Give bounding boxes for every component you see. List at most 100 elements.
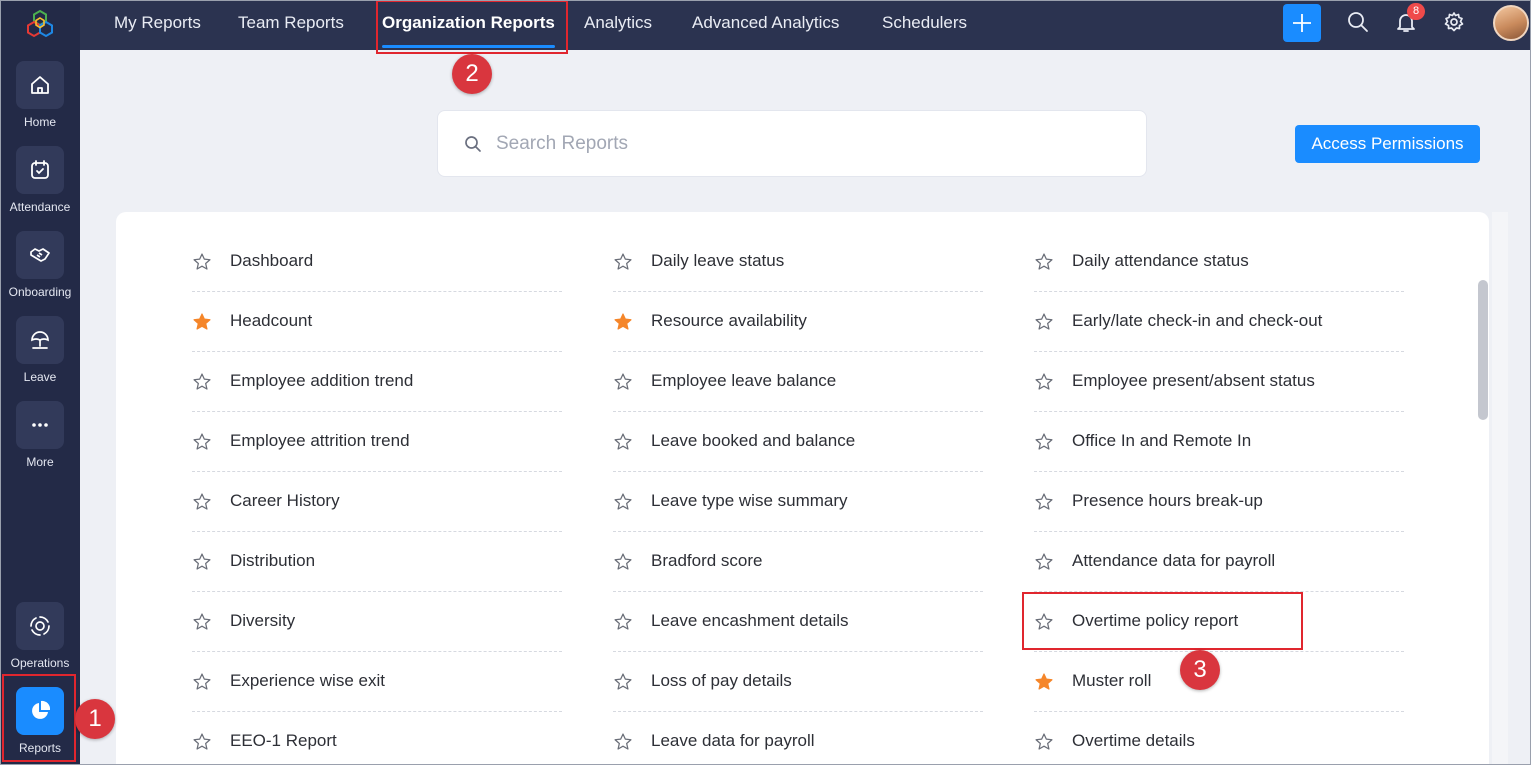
- sidebar-item-label: More: [26, 455, 54, 469]
- report-label: Employee present/absent status: [1072, 371, 1315, 390]
- access-permissions-button[interactable]: Access Permissions: [1295, 125, 1480, 163]
- annotation-box-organization-reports: [376, 0, 568, 54]
- report-list-item[interactable]: Dashboard: [192, 232, 562, 292]
- star-outline-icon[interactable]: [192, 612, 212, 632]
- annotation-box-overtime-policy: [1022, 592, 1303, 650]
- search-icon: [465, 136, 481, 152]
- more-dots-icon: [16, 401, 64, 449]
- handshake-icon: [16, 231, 64, 279]
- annotation-marker-2: 2: [452, 54, 492, 94]
- report-list-item[interactable]: Overtime details: [1034, 712, 1404, 765]
- report-list-item[interactable]: Leave encashment details: [613, 592, 983, 652]
- tab-schedulers[interactable]: Schedulers: [882, 0, 967, 50]
- reports-column-1: Dashboard Headcount Employee addition tren…: [192, 232, 562, 765]
- star-outline-icon[interactable]: [613, 732, 633, 752]
- sidebar-item-home[interactable]: Home: [0, 61, 80, 129]
- report-label: Daily attendance status: [1072, 251, 1249, 270]
- scrollbar-track[interactable]: [1492, 212, 1508, 765]
- report-list-item[interactable]: Muster roll: [1034, 652, 1404, 712]
- report-list-item[interactable]: Leave booked and balance: [613, 412, 983, 472]
- sidebar-item-label: Attendance: [9, 200, 71, 214]
- tab-team-reports[interactable]: Team Reports: [238, 0, 344, 50]
- plus-icon: [1293, 14, 1311, 32]
- add-button[interactable]: [1283, 4, 1321, 42]
- report-list-item[interactable]: Resource availability: [613, 292, 983, 352]
- report-list-item[interactable]: Daily leave status: [613, 232, 983, 292]
- star-outline-icon[interactable]: [192, 552, 212, 572]
- sidebar-item-operations[interactable]: Operations: [0, 602, 80, 670]
- report-list-item[interactable]: Employee leave balance: [613, 352, 983, 412]
- star-outline-icon[interactable]: [192, 672, 212, 692]
- report-list-item[interactable]: Career History: [192, 472, 562, 532]
- search-reports-box[interactable]: [437, 110, 1147, 177]
- report-list-item[interactable]: EEO-1 Report: [192, 712, 562, 765]
- star-outline-icon[interactable]: [1034, 372, 1054, 392]
- annotation-box-reports: [2, 674, 76, 762]
- search-input[interactable]: [496, 129, 1116, 159]
- star-outline-icon[interactable]: [613, 672, 633, 692]
- user-avatar[interactable]: [1493, 5, 1529, 41]
- star-outline-icon[interactable]: [613, 552, 633, 572]
- report-list-item[interactable]: Employee attrition trend: [192, 412, 562, 472]
- report-list-item[interactable]: Diversity: [192, 592, 562, 652]
- report-list-item[interactable]: Leave data for payroll: [613, 712, 983, 765]
- sidebar-item-more[interactable]: More: [0, 401, 80, 469]
- star-outline-icon[interactable]: [1034, 492, 1054, 512]
- report-label: Loss of pay details: [651, 671, 792, 690]
- star-outline-icon[interactable]: [613, 492, 633, 512]
- report-label: Distribution: [230, 551, 316, 570]
- tab-my-reports[interactable]: My Reports: [114, 0, 201, 50]
- report-list-item[interactable]: Daily attendance status: [1034, 232, 1404, 292]
- star-outline-icon[interactable]: [1034, 432, 1054, 452]
- star-outline-icon[interactable]: [192, 252, 212, 272]
- report-list-item[interactable]: Headcount: [192, 292, 562, 352]
- report-list-item[interactable]: Employee present/absent status: [1034, 352, 1404, 412]
- sidebar-item-attendance[interactable]: Attendance: [0, 146, 80, 214]
- report-label: Career History: [230, 491, 340, 510]
- star-filled-icon[interactable]: [613, 312, 633, 332]
- report-list-item[interactable]: Early/late check-in and check-out: [1034, 292, 1404, 352]
- gear-icon[interactable]: [1442, 10, 1466, 34]
- star-outline-icon[interactable]: [192, 432, 212, 452]
- search-icon[interactable]: [1346, 10, 1370, 34]
- tab-analytics[interactable]: Analytics: [584, 0, 652, 50]
- report-label: Experience wise exit: [230, 671, 385, 690]
- star-outline-icon[interactable]: [1034, 552, 1054, 572]
- sidebar-item-onboarding[interactable]: Onboarding: [0, 231, 80, 299]
- report-list-item[interactable]: Presence hours break-up: [1034, 472, 1404, 532]
- star-outline-icon[interactable]: [192, 372, 212, 392]
- report-label: Dashboard: [230, 251, 314, 270]
- star-outline-icon[interactable]: [613, 252, 633, 272]
- star-filled-icon[interactable]: [192, 312, 212, 332]
- sidebar-item-leave[interactable]: Leave: [0, 316, 80, 384]
- sidebar-item-label: Leave: [23, 370, 57, 384]
- report-label: Resource availability: [651, 311, 807, 330]
- star-outline-icon[interactable]: [192, 732, 212, 752]
- star-outline-icon[interactable]: [613, 432, 633, 452]
- report-label: Bradford score: [651, 551, 763, 570]
- star-outline-icon[interactable]: [613, 612, 633, 632]
- scrollbar-thumb[interactable]: [1478, 280, 1488, 420]
- star-outline-icon[interactable]: [1034, 732, 1054, 752]
- report-list-item[interactable]: Leave type wise summary: [613, 472, 983, 532]
- tab-advanced-analytics[interactable]: Advanced Analytics: [692, 0, 839, 50]
- report-label: Office In and Remote In: [1072, 431, 1252, 450]
- report-label: Presence hours break-up: [1072, 491, 1263, 510]
- report-list-item[interactable]: Attendance data for payroll: [1034, 532, 1404, 592]
- report-list-item[interactable]: Experience wise exit: [192, 652, 562, 712]
- report-list-item[interactable]: Employee addition trend: [192, 352, 562, 412]
- report-list-item[interactable]: Loss of pay details: [613, 652, 983, 712]
- sidebar-item-label: Onboarding: [8, 285, 72, 299]
- report-list-item[interactable]: Office In and Remote In: [1034, 412, 1404, 472]
- star-filled-icon[interactable]: [1034, 672, 1054, 692]
- star-outline-icon[interactable]: [613, 372, 633, 392]
- star-outline-icon[interactable]: [192, 492, 212, 512]
- report-label: Employee attrition trend: [230, 431, 410, 450]
- report-label: Employee leave balance: [651, 371, 837, 390]
- star-outline-icon[interactable]: [1034, 312, 1054, 332]
- annotation-marker-1: 1: [75, 699, 115, 739]
- report-list-item[interactable]: Distribution: [192, 532, 562, 592]
- star-outline-icon[interactable]: [1034, 252, 1054, 272]
- report-list-item[interactable]: Bradford score: [613, 532, 983, 592]
- reports-list-panel: Dashboard Headcount Employee addition tren…: [116, 212, 1489, 765]
